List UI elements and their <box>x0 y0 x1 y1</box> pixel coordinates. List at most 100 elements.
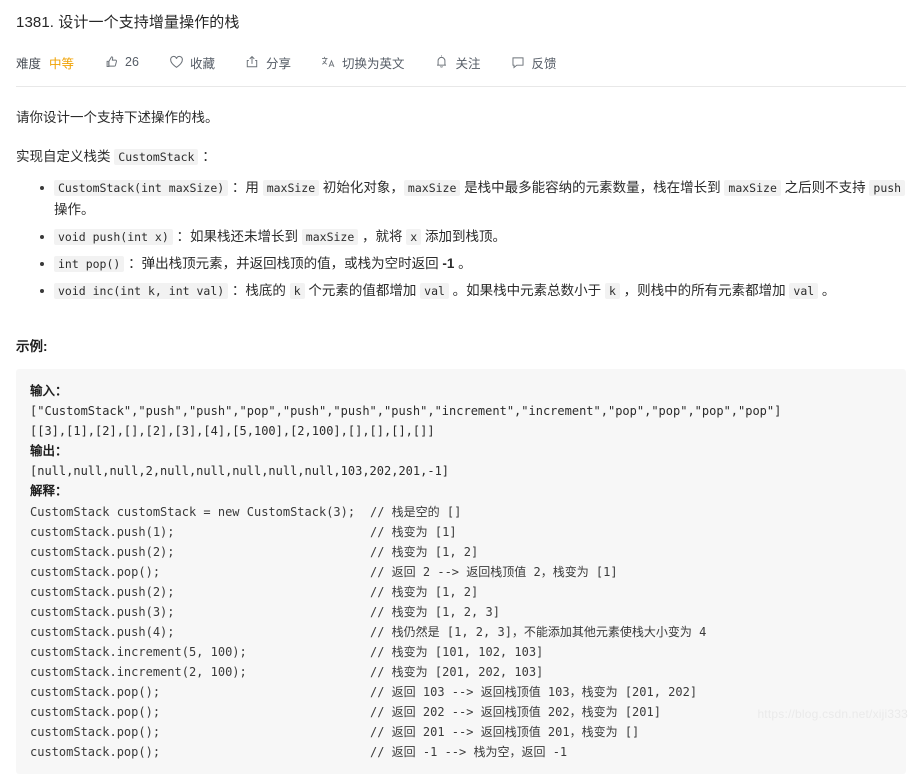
explanation-statement: customStack.pop(); <box>30 745 161 759</box>
explanation-comment: // 栈变为 [1, 2] <box>370 585 479 599</box>
spec-text: ：栈底的 <box>228 283 290 298</box>
explanation-comment: // 栈变为 [1] <box>370 525 457 539</box>
like-count: 26 <box>125 55 139 69</box>
explanation-comment: // 栈仍然是 [1, 2, 3]，不能添加其他元素使栈大小变为 4 <box>370 625 707 639</box>
spec-inline-code: push <box>869 180 906 196</box>
favorite-button[interactable]: 收藏 <box>169 53 215 72</box>
implement-prefix: 实现自定义栈类 <box>16 149 115 164</box>
intro-paragraph: 请你设计一个支持下述操作的栈。 <box>16 110 219 125</box>
comment-icon <box>511 55 526 70</box>
feedback-button[interactable]: 反馈 <box>511 53 557 72</box>
difficulty-value: 中等 <box>49 56 75 71</box>
share-icon <box>245 55 260 70</box>
subscribe-label: 关注 <box>455 56 481 71</box>
implement-class-code: CustomStack <box>114 149 199 165</box>
spec-text: ，则栈中的所有元素都增加 <box>619 283 790 298</box>
explanation-line: customStack.pop(); // 返回 201 --> 返回栈顶值 20… <box>30 722 892 742</box>
spec-inline-code: k <box>604 283 620 299</box>
watermark: https://blog.csdn.net/xiji333 <box>757 707 908 721</box>
input-lines: ["CustomStack","push","push","pop","push… <box>30 401 892 441</box>
explanation-line: CustomStack customStack = new CustomStac… <box>30 502 892 522</box>
bell-icon <box>434 55 449 70</box>
spec-signature-code: void push(int x) <box>54 229 173 245</box>
output-lines: [null,null,null,2,null,null,null,null,nu… <box>30 461 892 481</box>
explanation-line: customStack.push(4); // 栈仍然是 [1, 2, 3]，不能… <box>30 622 892 642</box>
translate-button[interactable]: 切换为英文 <box>321 53 405 72</box>
explanation-line: customStack.push(2); // 栈变为 [1, 2] <box>30 542 892 562</box>
spec-text: 初始化对象， <box>319 180 404 195</box>
spec-inline-code: x <box>406 229 422 245</box>
implement-suffix: ： <box>198 149 216 164</box>
input-label: 输入： <box>30 383 68 398</box>
spec-list-item: void push(int x) ：如果栈还未增长到 maxSize ，就将 x… <box>40 226 906 248</box>
spec-text: 添加到栈顶。 <box>421 229 506 244</box>
spec-inline-code: k <box>289 283 305 299</box>
explanation-comment: // 栈是空的 [] <box>370 505 462 519</box>
output-line: [null,null,null,2,null,null,null,null,nu… <box>30 464 450 478</box>
explanation-comment: // 返回 -1 --> 栈为空，返回 -1 <box>370 745 568 759</box>
page-title: 1381. 设计一个支持增量操作的栈 <box>16 14 240 31</box>
explanation-line: customStack.push(3); // 栈变为 [1, 2, 3] <box>30 602 892 622</box>
share-button[interactable]: 分享 <box>245 53 291 72</box>
explanation-statement: customStack.pop(); <box>30 725 161 739</box>
translate-label: 切换为英文 <box>341 56 405 71</box>
explanation-statement: customStack.increment(2, 100); <box>30 665 247 679</box>
spec-text: 。 <box>818 283 836 298</box>
explanation-statement: customStack.push(2); <box>30 585 175 599</box>
spec-text: 操作。 <box>54 202 95 217</box>
spec-text: 个元素的值都增加 <box>304 283 421 298</box>
output-label: 输出： <box>30 443 68 458</box>
explanation-statement: customStack.push(2); <box>30 545 175 559</box>
explanation-statement: customStack.push(3); <box>30 605 175 619</box>
header-divider <box>16 86 906 87</box>
difficulty-label: 难度 <box>16 56 42 71</box>
explanation-statement: customStack.pop(); <box>30 685 161 699</box>
like-button[interactable]: 26 <box>104 55 139 70</box>
heart-icon <box>169 55 184 70</box>
explanation-comment: // 返回 103 --> 返回栈顶值 103，栈变为 [201, 202] <box>370 685 698 699</box>
spec-inline-code: val <box>420 283 449 299</box>
spec-text: 。如果栈中元素总数小于 <box>448 283 605 298</box>
spec-inline-code: maxSize <box>403 180 461 196</box>
spec-bold-text: -1 <box>442 256 455 271</box>
spec-inline-code: val <box>789 283 819 299</box>
explanation-line: customStack.pop(); // 返回 2 --> 返回栈顶值 2，栈变… <box>30 562 892 582</box>
spec-list: CustomStack(int maxSize) ：用 maxSize 初始化对… <box>16 177 906 302</box>
explanation-statement: customStack.increment(5, 100); <box>30 645 247 659</box>
spec-text: 之后则不支持 <box>780 180 870 195</box>
subscribe-button[interactable]: 关注 <box>434 53 481 72</box>
input-line: [[3],[1],[2],[],[2],[3],[4],[5,100],[2,1… <box>30 424 435 438</box>
problem-toolbar: 难度 中等 26 收藏 分享 切换为英文 关注 反馈 <box>16 46 906 78</box>
explanation-statement: customStack.push(4); <box>30 625 175 639</box>
explanation-comment: // 栈变为 [201, 202, 103] <box>370 665 544 679</box>
share-label: 分享 <box>265 56 291 71</box>
spec-text: 是栈中最多能容纳的元素数量，栈在增长到 <box>460 180 725 195</box>
translate-icon <box>321 55 336 70</box>
example-heading: 示例: <box>16 339 48 354</box>
spec-text: ：用 <box>228 180 263 195</box>
explanation-statement: CustomStack customStack = new CustomStac… <box>30 505 356 519</box>
spec-inline-code: maxSize <box>301 229 359 245</box>
input-line: ["CustomStack","push","push","pop","push… <box>30 404 782 418</box>
problem-content: 请你设计一个支持下述操作的栈。 实现自定义栈类 CustomStack ： Cu… <box>0 107 922 774</box>
explanation-comment: // 栈变为 [101, 102, 103] <box>370 645 544 659</box>
explanation-comment: // 栈变为 [1, 2] <box>370 545 479 559</box>
explanation-statement: customStack.push(1); <box>30 525 175 539</box>
spec-text: 。 <box>454 256 472 271</box>
explanation-statement: customStack.pop(); <box>30 565 161 579</box>
spec-list-item: CustomStack(int maxSize) ：用 maxSize 初始化对… <box>40 177 906 221</box>
spec-list-item: int pop() ：弹出栈顶元素，并返回栈顶的值，或栈为空时返回 -1 。 <box>40 253 906 275</box>
page-header: 1381. 设计一个支持增量操作的栈 难度 中等 26 收藏 分享 切换为英文 … <box>0 0 922 87</box>
explanation-comment: // 返回 201 --> 返回栈顶值 201，栈变为 [] <box>370 725 640 739</box>
explanation-line: customStack.increment(2, 100); // 栈变为 [20… <box>30 662 892 682</box>
explanation-line: customStack.push(2); // 栈变为 [1, 2] <box>30 582 892 602</box>
spec-signature-code: void inc(int k, int val) <box>54 283 229 299</box>
favorite-label: 收藏 <box>189 56 215 71</box>
explanation-line: customStack.increment(5, 100); // 栈变为 [10… <box>30 642 892 662</box>
explain-label: 解释： <box>30 483 68 498</box>
feedback-label: 反馈 <box>531 56 557 71</box>
spec-list-item: void inc(int k, int val) ：栈底的 k 个元素的值都增加… <box>40 280 906 302</box>
explanation-line: customStack.pop(); // 返回 103 --> 返回栈顶值 10… <box>30 682 892 702</box>
thumbs-up-icon <box>104 55 119 70</box>
implement-paragraph: 实现自定义栈类 CustomStack ： <box>16 146 906 168</box>
